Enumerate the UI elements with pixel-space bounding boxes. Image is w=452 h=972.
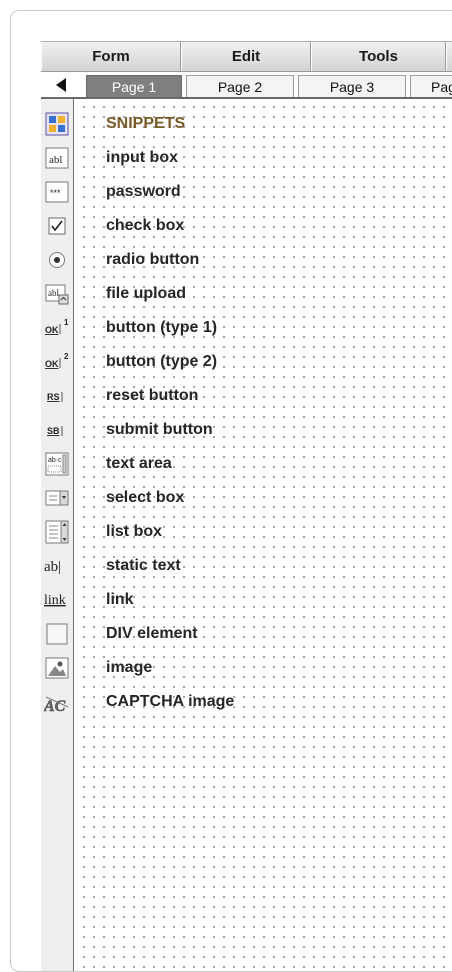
snippet-button-type-2[interactable]: OK 2 button (type 2) [41, 345, 452, 379]
snippet-label: image [106, 659, 153, 676]
svg-text:ab|: ab| [44, 559, 61, 575]
tab-page-3[interactable]: Page 3 [298, 75, 406, 97]
app-window: Form Edit Tools Page 1 Page 2 Page 3 Pag… [10, 10, 452, 972]
menu-tools[interactable]: Tools [311, 42, 446, 71]
snippet-link[interactable]: link link [41, 583, 452, 617]
static-text-icon: ab| [44, 553, 69, 578]
svg-text:link: link [44, 593, 66, 608]
snippet-list-box[interactable]: list box [41, 515, 452, 549]
svg-text:***: *** [50, 188, 61, 198]
snippet-image[interactable]: image [41, 651, 452, 685]
snippet-input-box[interactable]: abl input box [41, 141, 452, 175]
image-icon [44, 655, 69, 680]
snippet-reset-button[interactable]: RS reset button [41, 379, 452, 413]
button-type-2-icon: OK 2 [44, 349, 69, 374]
snippet-label: static text [106, 557, 181, 574]
button-type-1-icon: OK 1 [44, 315, 69, 340]
page-tab-bar: Page 1 Page 2 Page 3 Pag [41, 73, 452, 99]
snippet-password[interactable]: *** password [41, 175, 452, 209]
reset-button-icon: RS [44, 383, 69, 408]
svg-text:2: 2 [64, 352, 69, 361]
snippet-captcha-image[interactable]: AC CAPTCHA image [41, 685, 452, 719]
snippet-label: link [106, 591, 134, 608]
svg-text:OK: OK [45, 325, 59, 335]
snippet-select-box[interactable]: select box [41, 481, 452, 515]
link-icon: link [44, 587, 69, 612]
snippet-label: input box [106, 149, 178, 166]
menu-form[interactable]: Form [41, 42, 181, 71]
tab-page-4[interactable]: Pag [410, 75, 452, 97]
menu-edit[interactable]: Edit [181, 42, 311, 71]
svg-text:SB: SB [47, 426, 60, 436]
snippet-radio-button[interactable]: radio button [41, 243, 452, 277]
input-box-icon: abl [44, 145, 69, 170]
file-upload-icon: abl [44, 281, 69, 306]
snippet-label: file upload [106, 285, 186, 302]
snippet-text-area[interactable]: ab·c text area [41, 447, 452, 481]
svg-text:abl: abl [48, 288, 59, 298]
snippet-label: text area [106, 455, 172, 472]
svg-text:OK: OK [45, 359, 59, 369]
snippets-header-row: SNIPPETS [41, 107, 452, 141]
text-area-icon: ab·c [44, 451, 69, 476]
snippet-button-type-1[interactable]: OK 1 button (type 1) [41, 311, 452, 345]
snippet-label: list box [106, 523, 163, 540]
snippet-submit-button[interactable]: SB submit button [41, 413, 452, 447]
snippet-label: reset button [106, 387, 199, 404]
div-element-icon [44, 621, 69, 646]
select-box-icon [44, 485, 69, 510]
svg-text:1: 1 [64, 318, 69, 327]
svg-text:abl: abl [49, 154, 62, 166]
svg-text:ab·c: ab·c [48, 457, 62, 464]
arrow-left-icon [56, 78, 66, 92]
check-box-icon [44, 213, 69, 238]
snippet-label: select box [106, 489, 185, 506]
snippet-div-element[interactable]: DIV element [41, 617, 452, 651]
tab-page-1[interactable]: Page 1 [86, 75, 182, 97]
tab-page-2[interactable]: Page 2 [186, 75, 294, 97]
snippet-label: submit button [106, 421, 213, 438]
snippet-label: button (type 2) [106, 353, 218, 370]
snippet-label: radio button [106, 251, 200, 268]
snippet-check-box[interactable]: check box [41, 209, 452, 243]
list-box-icon [44, 519, 69, 544]
menu-bar: Form Edit Tools [41, 41, 452, 72]
svg-text:RS: RS [47, 392, 60, 402]
snippets-icon [44, 111, 69, 136]
snippet-label: DIV element [106, 625, 198, 642]
submit-button-icon: SB [44, 417, 69, 442]
form-builder: Form Edit Tools Page 1 Page 2 Page 3 Pag… [41, 41, 452, 971]
radio-button-icon [44, 247, 69, 272]
snippet-label: check box [106, 217, 185, 234]
captcha-image-icon: AC [44, 689, 69, 715]
snippets-header-label: SNIPPETS [106, 115, 186, 132]
tab-scroll-left-button[interactable] [41, 73, 81, 97]
snippet-label: password [106, 183, 181, 200]
password-icon: *** [44, 179, 69, 204]
snippet-label: CAPTCHA image [106, 693, 235, 710]
menu-overflow [446, 42, 452, 71]
snippet-static-text[interactable]: ab| static text [41, 549, 452, 583]
snippet-label: button (type 1) [106, 319, 218, 336]
snippet-file-upload[interactable]: abl file upload [41, 277, 452, 311]
